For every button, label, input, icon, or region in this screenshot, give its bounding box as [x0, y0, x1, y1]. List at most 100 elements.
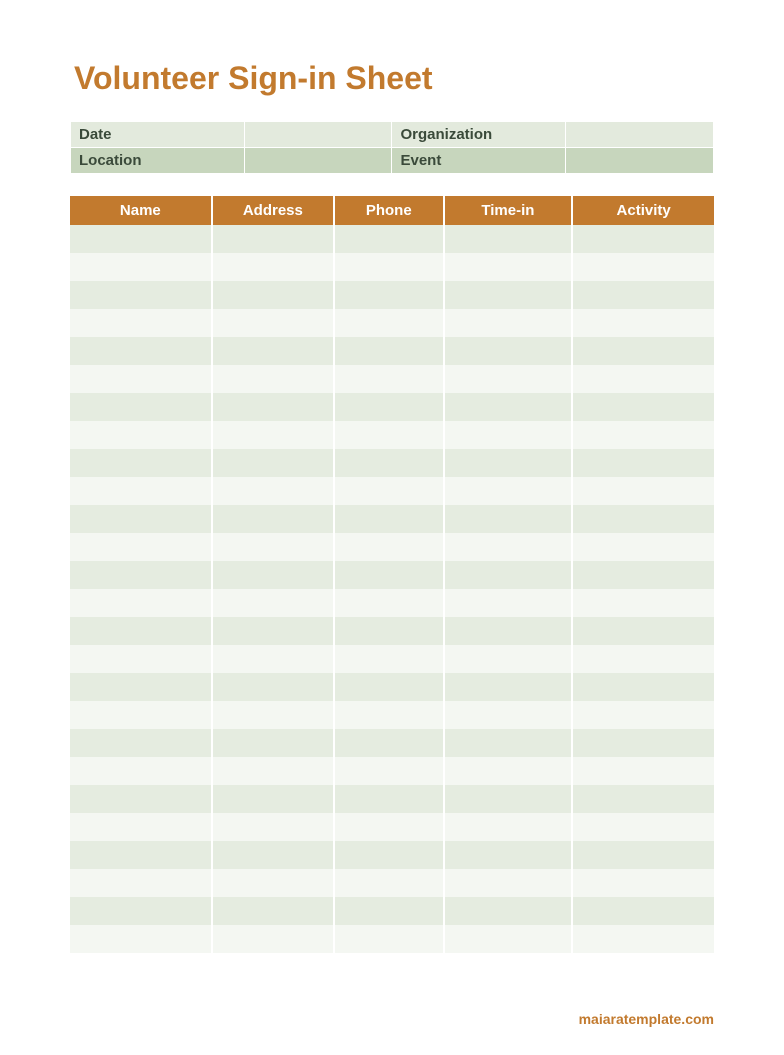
cell-address [212, 645, 334, 673]
cell-name [70, 645, 212, 673]
cell-phone [334, 421, 443, 449]
cell-timein [444, 561, 573, 589]
col-header-phone: Phone [334, 196, 443, 225]
cell-address [212, 757, 334, 785]
cell-address [212, 253, 334, 281]
cell-timein [444, 365, 573, 393]
cell-address [212, 785, 334, 813]
cell-address [212, 309, 334, 337]
cell-phone [334, 281, 443, 309]
cell-timein [444, 533, 573, 561]
info-table: Date Organization Location Event [70, 121, 714, 174]
cell-name [70, 449, 212, 477]
table-row [70, 477, 714, 505]
cell-address [212, 841, 334, 869]
cell-name [70, 813, 212, 841]
cell-name [70, 253, 212, 281]
cell-name [70, 729, 212, 757]
cell-name [70, 533, 212, 561]
cell-timein [444, 449, 573, 477]
cell-name [70, 505, 212, 533]
cell-phone [334, 673, 443, 701]
cell-phone [334, 925, 443, 953]
cell-timein [444, 337, 573, 365]
cell-activity [572, 925, 714, 953]
cell-phone [334, 617, 443, 645]
cell-timein [444, 757, 573, 785]
cell-timein [444, 869, 573, 897]
cell-phone [334, 785, 443, 813]
cell-timein [444, 813, 573, 841]
cell-phone [334, 505, 443, 533]
table-row [70, 449, 714, 477]
cell-name [70, 673, 212, 701]
cell-timein [444, 785, 573, 813]
col-header-activity: Activity [572, 196, 714, 225]
table-row [70, 645, 714, 673]
signin-header-row: Name Address Phone Time-in Activity [70, 196, 714, 225]
info-label-location: Location [71, 148, 245, 174]
cell-activity [572, 617, 714, 645]
info-label-date: Date [71, 122, 245, 148]
cell-activity [572, 813, 714, 841]
cell-address [212, 589, 334, 617]
cell-name [70, 365, 212, 393]
cell-name [70, 225, 212, 253]
cell-timein [444, 729, 573, 757]
cell-phone [334, 757, 443, 785]
cell-timein [444, 281, 573, 309]
cell-activity [572, 365, 714, 393]
cell-name [70, 869, 212, 897]
table-row [70, 253, 714, 281]
cell-address [212, 869, 334, 897]
info-value-organization [566, 122, 714, 148]
cell-phone [334, 869, 443, 897]
cell-phone [334, 365, 443, 393]
cell-name [70, 281, 212, 309]
cell-name [70, 841, 212, 869]
cell-address [212, 701, 334, 729]
table-row [70, 757, 714, 785]
col-header-address: Address [212, 196, 334, 225]
table-row [70, 617, 714, 645]
cell-address [212, 337, 334, 365]
cell-phone [334, 589, 443, 617]
cell-phone [334, 253, 443, 281]
cell-activity [572, 337, 714, 365]
table-row [70, 701, 714, 729]
cell-timein [444, 841, 573, 869]
table-row [70, 673, 714, 701]
cell-address [212, 225, 334, 253]
cell-timein [444, 589, 573, 617]
cell-phone [334, 449, 443, 477]
cell-name [70, 421, 212, 449]
cell-address [212, 393, 334, 421]
cell-name [70, 925, 212, 953]
cell-timein [444, 897, 573, 925]
cell-address [212, 281, 334, 309]
cell-phone [334, 645, 443, 673]
cell-phone [334, 309, 443, 337]
cell-activity [572, 253, 714, 281]
table-row [70, 561, 714, 589]
signin-body [70, 225, 714, 953]
table-row [70, 225, 714, 253]
cell-name [70, 785, 212, 813]
cell-activity [572, 309, 714, 337]
cell-activity [572, 701, 714, 729]
cell-name [70, 897, 212, 925]
cell-activity [572, 869, 714, 897]
cell-address [212, 449, 334, 477]
cell-activity [572, 729, 714, 757]
table-row [70, 589, 714, 617]
cell-name [70, 701, 212, 729]
cell-timein [444, 477, 573, 505]
cell-address [212, 617, 334, 645]
cell-address [212, 421, 334, 449]
cell-address [212, 897, 334, 925]
cell-address [212, 365, 334, 393]
cell-phone [334, 337, 443, 365]
table-row [70, 785, 714, 813]
table-row [70, 841, 714, 869]
info-row-date-org: Date Organization [71, 122, 714, 148]
